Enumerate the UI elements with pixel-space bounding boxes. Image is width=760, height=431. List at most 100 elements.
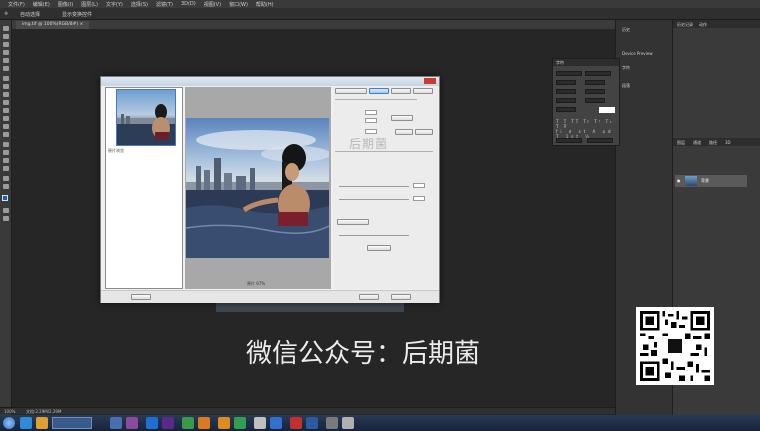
width-field[interactable] [365, 110, 377, 115]
tab-history[interactable]: 历史记录 [677, 22, 693, 28]
font-size-field[interactable] [556, 80, 576, 85]
app-icon[interactable] [234, 417, 246, 429]
quality-slider[interactable] [339, 186, 409, 187]
dock-paragraph[interactable]: 段落 [622, 83, 630, 89]
text-style-buttons[interactable]: T T TT Tr T¹ T₁ T ₮ [556, 119, 616, 129]
healing-brush-icon[interactable] [3, 76, 9, 81]
foreground-color-swatch[interactable] [2, 195, 8, 201]
type-icon[interactable] [3, 150, 9, 155]
clone-stamp-icon[interactable] [3, 92, 9, 97]
folder-icon[interactable] [36, 417, 48, 429]
photoshop-icon[interactable] [146, 417, 158, 429]
menu-window[interactable]: 窗口(W) [229, 1, 248, 8]
resolution-field[interactable] [365, 129, 377, 134]
eye-icon[interactable]: ● [677, 178, 681, 183]
gradient-icon[interactable] [3, 116, 9, 121]
menu-file[interactable]: 文件(F) [8, 1, 25, 8]
shape-icon[interactable] [3, 166, 9, 171]
hand-icon[interactable] [3, 176, 9, 181]
close-icon[interactable] [424, 78, 436, 84]
menu-select[interactable]: 选择(S) [131, 1, 148, 8]
path-select-icon[interactable] [3, 158, 9, 163]
app-icon[interactable] [290, 417, 302, 429]
thumbnail-image[interactable] [116, 89, 176, 146]
anti-alias-field[interactable] [587, 138, 613, 143]
eraser-icon[interactable] [3, 108, 9, 113]
show-transform-checkbox[interactable]: 显示变换控件 [62, 11, 92, 18]
text-color-swatch[interactable] [599, 107, 615, 113]
blur-slider[interactable] [339, 199, 409, 200]
app-icon[interactable] [198, 417, 210, 429]
menu-filter[interactable]: 滤镜(T) [156, 1, 173, 8]
menu-3d[interactable]: 3D(D) [181, 1, 196, 7]
noise-dropdown[interactable] [337, 219, 369, 225]
app-icon[interactable] [254, 417, 266, 429]
app-icon[interactable] [306, 417, 318, 429]
height-field[interactable] [365, 118, 377, 123]
app-icon[interactable] [110, 417, 122, 429]
menu-layer[interactable]: 图层(L) [81, 1, 98, 8]
move-icon[interactable] [3, 26, 9, 31]
save-settings-button[interactable] [367, 245, 391, 251]
cancel-button[interactable] [359, 294, 379, 300]
app-icon[interactable] [342, 417, 354, 429]
quality-field[interactable] [413, 183, 425, 188]
history-brush-icon[interactable] [3, 100, 9, 105]
dock-history[interactable]: 历史 [622, 27, 630, 33]
horizontal-scale-field[interactable] [585, 98, 605, 103]
menu-type[interactable]: 文字(Y) [106, 1, 123, 8]
tab-layers[interactable]: 图层 [677, 140, 685, 146]
zoom-status[interactable]: 100% [4, 409, 15, 414]
dock-device-preview[interactable]: Device Preview [622, 51, 653, 56]
tab-paths[interactable]: 路径 [709, 140, 717, 146]
vertical-scale-field[interactable] [556, 98, 576, 103]
browser-task[interactable] [52, 417, 92, 429]
dialog-title-bar[interactable] [101, 77, 439, 86]
blur-field[interactable] [413, 196, 425, 201]
menu-image[interactable]: 图像(I) [58, 1, 73, 8]
resolution-unit-dropdown[interactable] [395, 129, 413, 135]
leading-field[interactable] [585, 80, 605, 85]
menu-view[interactable]: 视图(V) [204, 1, 221, 8]
document-tab[interactable]: img.tif @ 100%(RGB/8#) × [16, 21, 90, 29]
zoom-icon[interactable] [3, 184, 9, 189]
dodge-icon[interactable] [3, 132, 9, 137]
tab-3d[interactable]: 3D [725, 140, 731, 145]
blur-icon[interactable] [3, 124, 9, 129]
tab-channels[interactable]: 通道 [693, 140, 701, 146]
start-button[interactable] [3, 417, 15, 429]
app-icon[interactable] [326, 417, 338, 429]
screen-mode-icon[interactable] [3, 216, 9, 221]
mode-button[interactable] [391, 88, 411, 94]
menu-help[interactable]: 帮助(H) [256, 1, 274, 8]
preview-area[interactable]: 原片 67% [185, 87, 331, 289]
app-icon[interactable] [270, 417, 282, 429]
baseline-field[interactable] [556, 107, 576, 112]
reset-button[interactable] [131, 294, 151, 300]
noise-slider[interactable] [339, 235, 409, 236]
size-dropdown[interactable] [391, 115, 413, 121]
ie-icon[interactable] [20, 417, 32, 429]
preset-button[interactable] [335, 88, 367, 94]
auto-button[interactable] [369, 88, 389, 94]
brush-icon[interactable] [3, 84, 9, 89]
crop-icon[interactable] [3, 58, 9, 63]
eyedropper-icon[interactable] [3, 66, 9, 71]
illustrator-icon[interactable] [218, 417, 230, 429]
kerning-field[interactable] [585, 89, 605, 94]
preset-dropdown[interactable] [335, 99, 417, 100]
ok-button[interactable] [391, 294, 411, 300]
resolution-mode-dropdown[interactable] [415, 129, 433, 135]
app-icon[interactable] [182, 417, 194, 429]
move-tool-icon[interactable]: ✥ [4, 11, 8, 17]
marquee-icon[interactable] [3, 34, 9, 39]
auto-select-checkbox[interactable]: 自动选择 [20, 11, 40, 18]
opentype-buttons[interactable]: fi σ st A ad T 1st ½ [556, 129, 616, 139]
options-button[interactable] [413, 88, 433, 94]
preview-image[interactable] [186, 118, 329, 258]
menu-edit[interactable]: 编辑(E) [33, 1, 50, 8]
character-panel-title[interactable]: 字符 [556, 60, 564, 66]
premiere-icon[interactable] [162, 417, 174, 429]
quick-select-icon[interactable] [3, 50, 9, 55]
tab-actions[interactable]: 动作 [699, 22, 707, 28]
